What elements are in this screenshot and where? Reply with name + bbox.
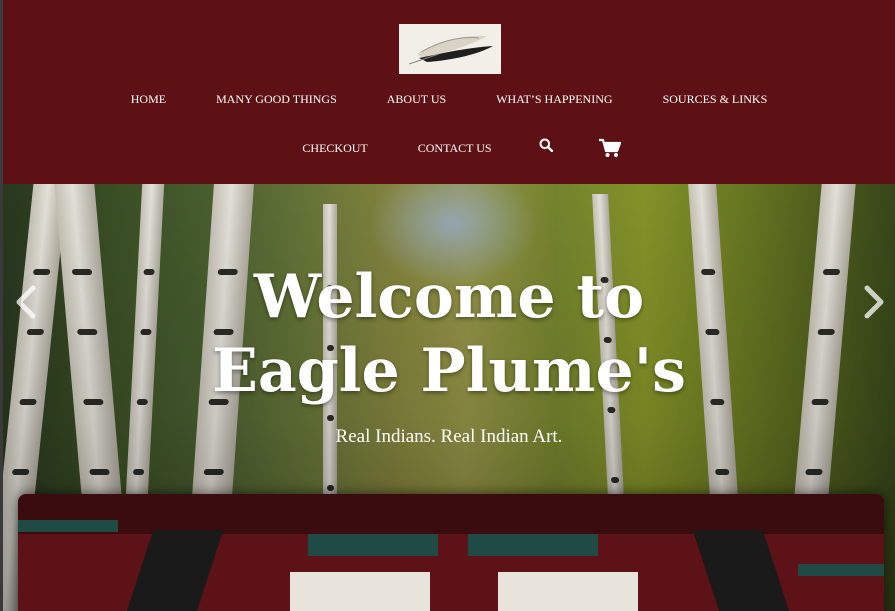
hero-title: Welcome to Eagle Plume's xyxy=(3,260,895,408)
cart-icon xyxy=(598,138,621,157)
hero-title-line1: Welcome to xyxy=(253,262,645,332)
nav-many-good-things[interactable]: MANY GOOD THINGS xyxy=(191,88,362,110)
rug-pattern xyxy=(468,534,598,556)
nav-sources-links[interactable]: SOURCES & LINKS xyxy=(638,88,793,110)
hero-subtitle: Real Indians. Real Indian Art. xyxy=(335,426,563,447)
site-header: HOME MANY GOOD THINGS ABOUT US WHAT’S HA… xyxy=(3,0,895,184)
rug-pattern xyxy=(18,520,118,532)
search-icon xyxy=(539,138,553,152)
rug-pattern xyxy=(692,530,794,611)
rug-pattern xyxy=(122,530,224,611)
rug-pattern xyxy=(798,564,884,576)
hero-slider: Welcome to Eagle Plume's Real Indians. R… xyxy=(3,184,895,611)
rug-pattern xyxy=(308,534,438,556)
nav-whats-happening[interactable]: WHAT’S HAPPENING xyxy=(471,88,637,110)
rug-pattern xyxy=(290,572,430,611)
primary-nav: HOME MANY GOOD THINGS ABOUT US WHAT’S HA… xyxy=(3,88,895,110)
search-button[interactable] xyxy=(539,134,553,156)
nav-home[interactable]: HOME xyxy=(106,88,191,110)
cart-button[interactable] xyxy=(598,137,621,159)
hero-title-line2: Eagle Plume's xyxy=(212,336,686,406)
secondary-nav: CHECKOUT CONTACT US xyxy=(3,137,895,159)
nav-contact-us[interactable]: CONTACT US xyxy=(393,137,517,159)
nav-about-us[interactable]: ABOUT US xyxy=(362,88,471,110)
site-logo[interactable] xyxy=(399,24,501,74)
rug-pattern xyxy=(18,494,884,534)
feather-logo-icon xyxy=(399,24,501,74)
rug-image xyxy=(18,494,884,611)
rug-pattern xyxy=(498,572,638,611)
nav-checkout[interactable]: CHECKOUT xyxy=(277,137,392,159)
